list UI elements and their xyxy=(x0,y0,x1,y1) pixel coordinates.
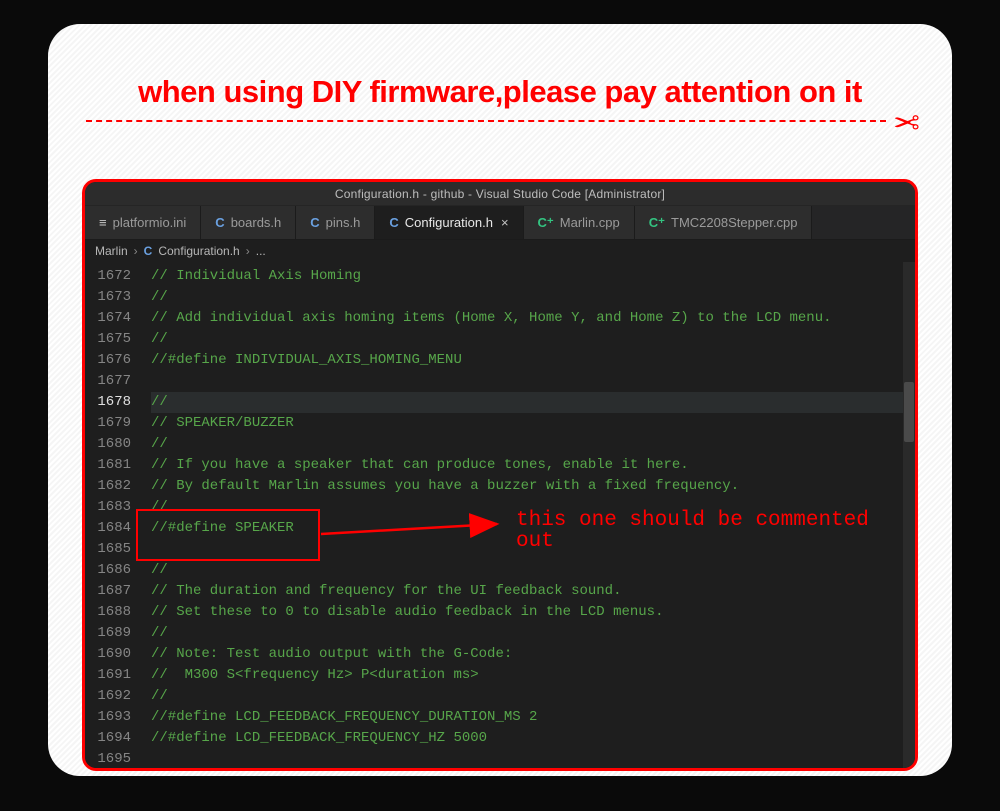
line-number: 1674 xyxy=(85,308,131,329)
tab-label: TMC2208Stepper.cpp xyxy=(671,215,797,230)
vertical-scrollbar[interactable] xyxy=(903,262,915,768)
code-line[interactable]: // Individual Axis Homing xyxy=(151,266,915,287)
line-number: 1673 xyxy=(85,287,131,308)
ini-file-icon: ≡ xyxy=(99,215,107,230)
tab-platformio-ini[interactable]: ≡ platformio.ini xyxy=(85,206,201,239)
headline-section: when using DIY firmware,please pay atten… xyxy=(78,74,922,134)
code-content[interactable]: this one should be commented out // Indi… xyxy=(141,262,915,768)
code-area[interactable]: 1672167316741675167616771678167916801681… xyxy=(85,262,915,768)
code-line[interactable]: // xyxy=(151,623,915,644)
tab-boards-h[interactable]: Cboards.h xyxy=(201,206,296,239)
tab-configuration-h[interactable]: C Configuration.h × xyxy=(375,206,523,239)
breadcrumb-sep-icon: › xyxy=(134,244,138,258)
code-line[interactable]: //#define LCD_FEEDBACK_FREQUENCY_DURATIO… xyxy=(151,707,915,728)
tab-tmc2208stepper-cpp[interactable]: C⁺ TMC2208Stepper.cpp xyxy=(635,206,813,239)
code-line[interactable]: // xyxy=(151,560,915,581)
code-line[interactable]: // SPEAKER/BUZZER xyxy=(151,413,915,434)
line-number: 1695 xyxy=(85,749,131,770)
tab-label: platformio.ini xyxy=(113,215,187,230)
line-number: 1676 xyxy=(85,350,131,371)
code-line[interactable] xyxy=(151,749,915,770)
code-line[interactable]: // Set these to 0 to disable audio feedb… xyxy=(151,602,915,623)
code-line[interactable]: // By default Marlin assumes you have a … xyxy=(151,476,915,497)
code-line[interactable]: // xyxy=(151,686,915,707)
code-line[interactable]: // Add individual axis homing items (Hom… xyxy=(151,308,915,329)
scrollbar-thumb[interactable] xyxy=(904,382,914,442)
tab-pins-h[interactable]: Cpins.h xyxy=(296,206,375,239)
tab-label: Configuration.h xyxy=(405,215,493,230)
line-number-gutter: 1672167316741675167616771678167916801681… xyxy=(85,262,141,768)
tab-marlin-cpp[interactable]: C⁺ Marlin.cpp xyxy=(524,206,635,239)
code-line[interactable]: //#define LCD_FEEDBACK_FREQUENCY_HZ 5000 xyxy=(151,728,915,749)
breadcrumb-tail: ... xyxy=(256,244,266,258)
breadcrumb-root: Marlin xyxy=(95,244,128,258)
line-number: 1677 xyxy=(85,371,131,392)
code-line[interactable]: //#define INDIVIDUAL_AXIS_HOMING_MENU xyxy=(151,350,915,371)
c-file-icon: C xyxy=(215,215,224,230)
code-line[interactable]: // If you have a speaker that can produc… xyxy=(151,455,915,476)
line-number: 1687 xyxy=(85,581,131,602)
code-line[interactable]: // The duration and frequency for the UI… xyxy=(151,581,915,602)
tab-label: pins.h xyxy=(326,215,361,230)
line-number: 1679 xyxy=(85,413,131,434)
line-number: 1688 xyxy=(85,602,131,623)
line-number: 1680 xyxy=(85,434,131,455)
line-number: 1690 xyxy=(85,644,131,665)
code-line[interactable]: // xyxy=(151,329,915,350)
code-line[interactable]: // xyxy=(151,497,915,518)
line-number: 1692 xyxy=(85,686,131,707)
breadcrumb-file: Configuration.h xyxy=(158,244,239,258)
line-number: 1682 xyxy=(85,476,131,497)
cpp-file-icon: C⁺ xyxy=(649,215,665,231)
c-file-icon: C xyxy=(310,215,319,230)
breadcrumb-sep-icon: › xyxy=(246,244,250,258)
tab-label: Marlin.cpp xyxy=(560,215,620,230)
tab-label: boards.h xyxy=(231,215,282,230)
close-icon[interactable]: × xyxy=(501,215,509,230)
line-number: 1693 xyxy=(85,707,131,728)
tab-bar: ≡platformio.iniCboards.hCpins.hCConfigur… xyxy=(85,206,915,240)
line-number: 1685 xyxy=(85,539,131,560)
card: when using DIY firmware,please pay atten… xyxy=(48,24,952,776)
code-line[interactable]: // M300 S<frequency Hz> P<duration ms> xyxy=(151,665,915,686)
window-titlebar: Configuration.h - github - Visual Studio… xyxy=(85,182,915,206)
line-number: 1694 xyxy=(85,728,131,749)
line-number: 1681 xyxy=(85,455,131,476)
line-number: 1686 xyxy=(85,560,131,581)
code-line[interactable]: // xyxy=(151,434,915,455)
code-line[interactable]: // xyxy=(151,392,915,413)
line-number: 1678 xyxy=(85,392,131,413)
cpp-file-icon: C⁺ xyxy=(538,215,554,231)
code-line[interactable] xyxy=(151,371,915,392)
vscode-editor: Configuration.h - github - Visual Studio… xyxy=(82,179,918,771)
code-line[interactable]: // Note: Test audio output with the G-Co… xyxy=(151,644,915,665)
code-line[interactable]: // xyxy=(151,287,915,308)
line-number: 1691 xyxy=(85,665,131,686)
dashed-divider xyxy=(86,120,886,122)
line-number: 1689 xyxy=(85,623,131,644)
line-number: 1672 xyxy=(85,266,131,287)
c-file-icon: C xyxy=(389,215,398,230)
scissors-icon: ✂ xyxy=(893,104,920,142)
line-number: 1675 xyxy=(85,329,131,350)
c-file-icon: C xyxy=(144,244,153,258)
line-number: 1684 xyxy=(85,518,131,539)
code-line[interactable]: //#define SPEAKER xyxy=(151,518,915,539)
breadcrumb[interactable]: Marlin › C Configuration.h › ... xyxy=(85,240,915,262)
line-number: 1683 xyxy=(85,497,131,518)
headline-text: when using DIY firmware,please pay atten… xyxy=(78,74,922,118)
code-line[interactable] xyxy=(151,539,915,560)
